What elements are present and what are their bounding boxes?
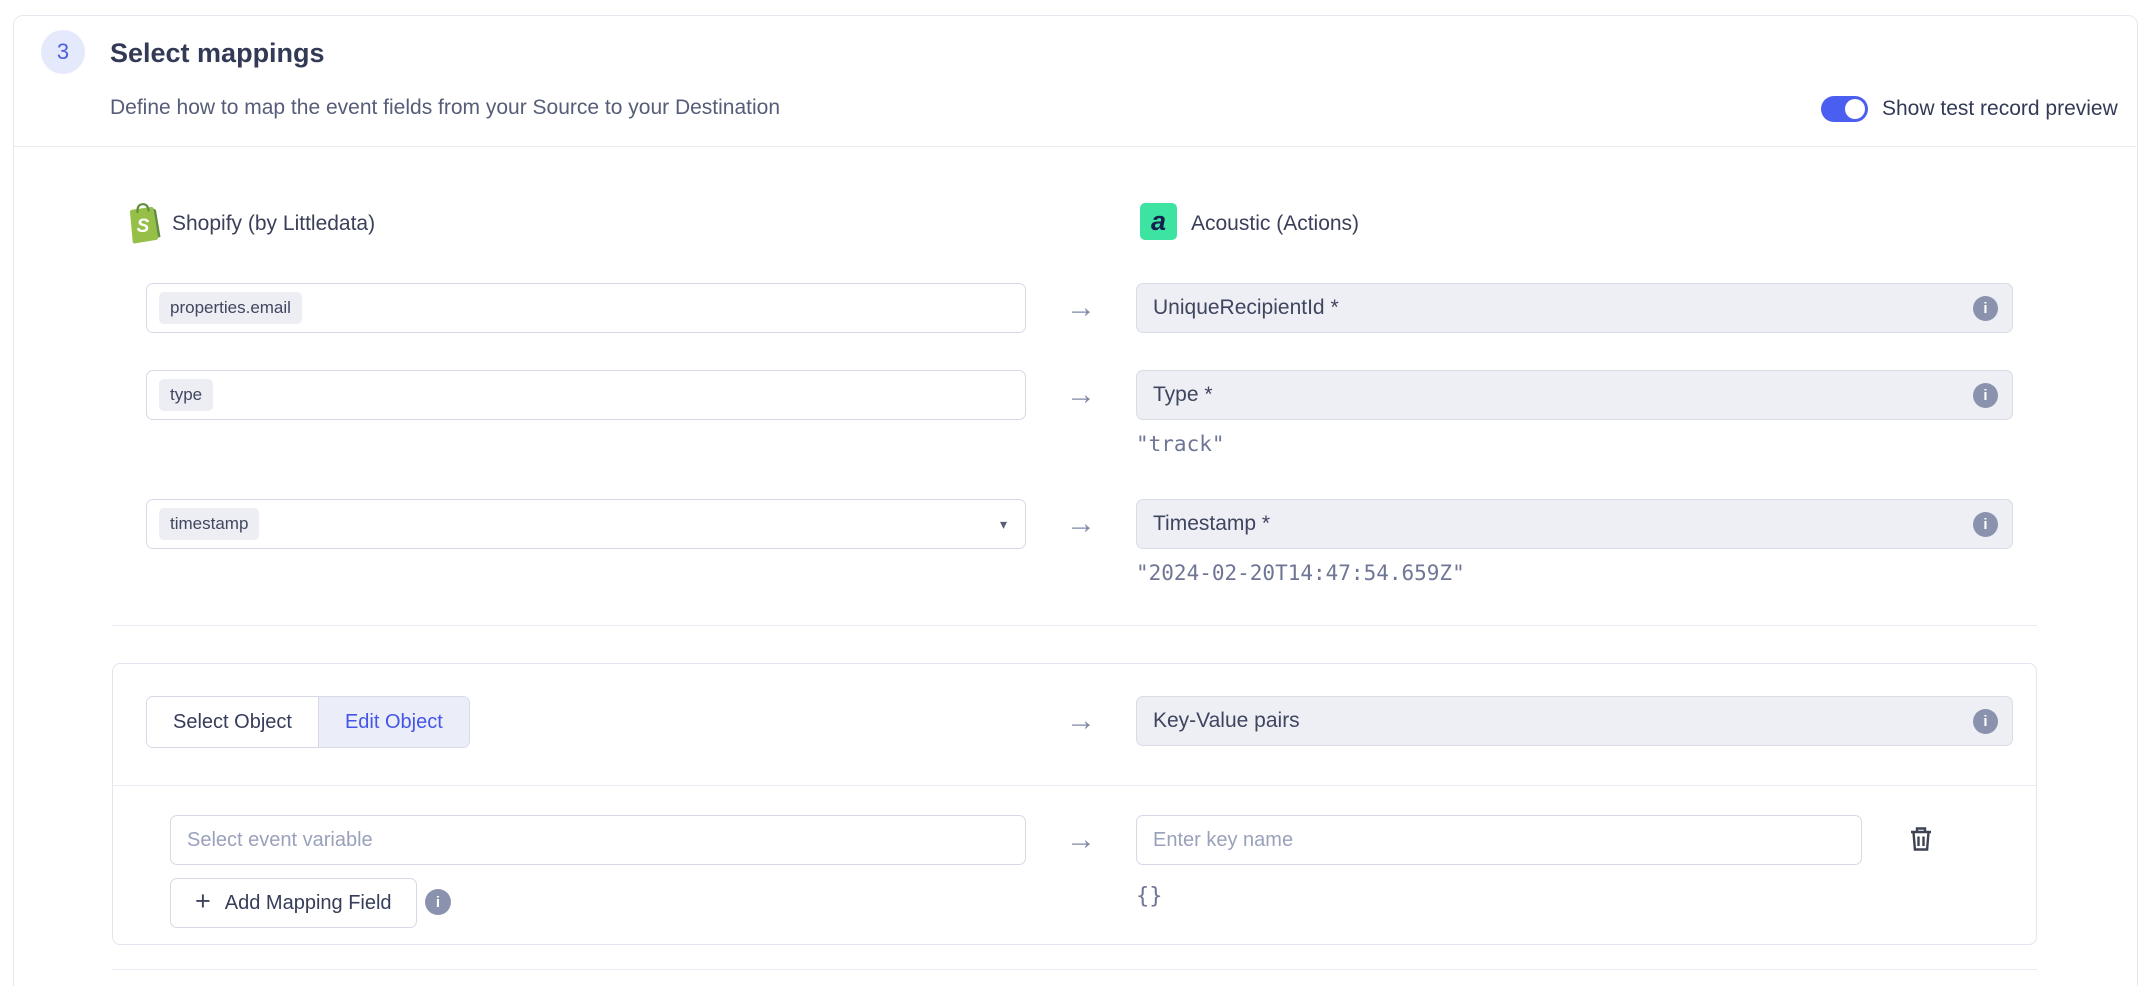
destination-app-label: Acoustic (Actions) (1191, 212, 1359, 236)
destination-field-timestamp: Timestamp * i (1136, 499, 2013, 549)
arrow-right-icon: → (1026, 704, 1136, 738)
page-title: Select mappings (110, 38, 325, 69)
info-icon[interactable]: i (1973, 296, 1998, 321)
section-divider (112, 625, 2037, 626)
destination-field-uniquerecipientid: UniqueRecipientId * i (1136, 283, 2013, 333)
header-divider (14, 146, 2136, 147)
arrow-right-icon: → (1026, 507, 1136, 541)
arrow-right-icon: → (1026, 291, 1136, 325)
info-icon[interactable]: i (1973, 512, 1998, 537)
info-icon[interactable]: i (1973, 383, 1998, 408)
object-mode-tabs: Select Object Edit Object (146, 696, 470, 748)
tab-select-object[interactable]: Select Object (147, 697, 318, 747)
tab-edit-object[interactable]: Edit Object (318, 697, 469, 747)
destination-field-type: Type * i (1136, 370, 2013, 420)
panel-divider (113, 785, 2036, 786)
shopify-bag-icon: S (124, 201, 162, 249)
destination-field-label: Timestamp * (1153, 512, 1270, 536)
step-number-badge: 3 (41, 30, 85, 74)
add-mapping-field-label: Add Mapping Field (225, 892, 392, 915)
test-preview-value: "2024-02-20T14:47:54.659Z" (1136, 561, 1465, 585)
toggle-knob (1845, 99, 1865, 119)
page-subtitle: Define how to map the event fields from … (110, 96, 780, 120)
info-icon[interactable]: i (425, 889, 451, 915)
source-field-input-timestamp[interactable]: timestamp ▾ (146, 499, 1026, 549)
chevron-down-icon[interactable]: ▾ (1000, 516, 1007, 533)
test-preview-value: "track" (1136, 432, 1225, 456)
destination-field-label: UniqueRecipientId * (1153, 296, 1339, 320)
event-variable-input[interactable] (170, 815, 1026, 865)
source-field-input-email[interactable]: properties.email (146, 283, 1026, 333)
arrow-right-icon: → (1026, 823, 1136, 857)
plus-icon: + (195, 888, 211, 915)
next-section-divider (112, 969, 2037, 970)
arrow-right-icon: → (1026, 378, 1136, 412)
destination-field-label: Type * (1153, 383, 1213, 407)
source-field-chip[interactable]: type (159, 379, 213, 411)
source-field-input-type[interactable]: type (146, 370, 1026, 420)
source-field-chip[interactable]: timestamp (159, 508, 259, 540)
show-test-record-toggle[interactable] (1821, 96, 1868, 122)
source-field-chip[interactable]: properties.email (159, 292, 302, 324)
select-mappings-page: 3 Select mappings Define how to map the … (0, 0, 2150, 986)
destination-field-label: Key-Value pairs (1153, 709, 1300, 733)
toggle-label: Show test record preview (1882, 97, 2118, 121)
add-mapping-field-button[interactable]: + Add Mapping Field (170, 878, 417, 928)
test-preview-empty-object: {} (1136, 884, 1163, 909)
info-icon[interactable]: i (1973, 709, 1998, 734)
trash-icon[interactable] (1908, 825, 1934, 858)
destination-field-keyvalue-pairs: Key-Value pairs i (1136, 696, 2013, 746)
key-name-input[interactable] (1136, 815, 1862, 865)
svg-text:S: S (137, 216, 150, 237)
source-app-label: Shopify (by Littledata) (172, 212, 375, 236)
acoustic-icon: a (1140, 203, 1177, 240)
